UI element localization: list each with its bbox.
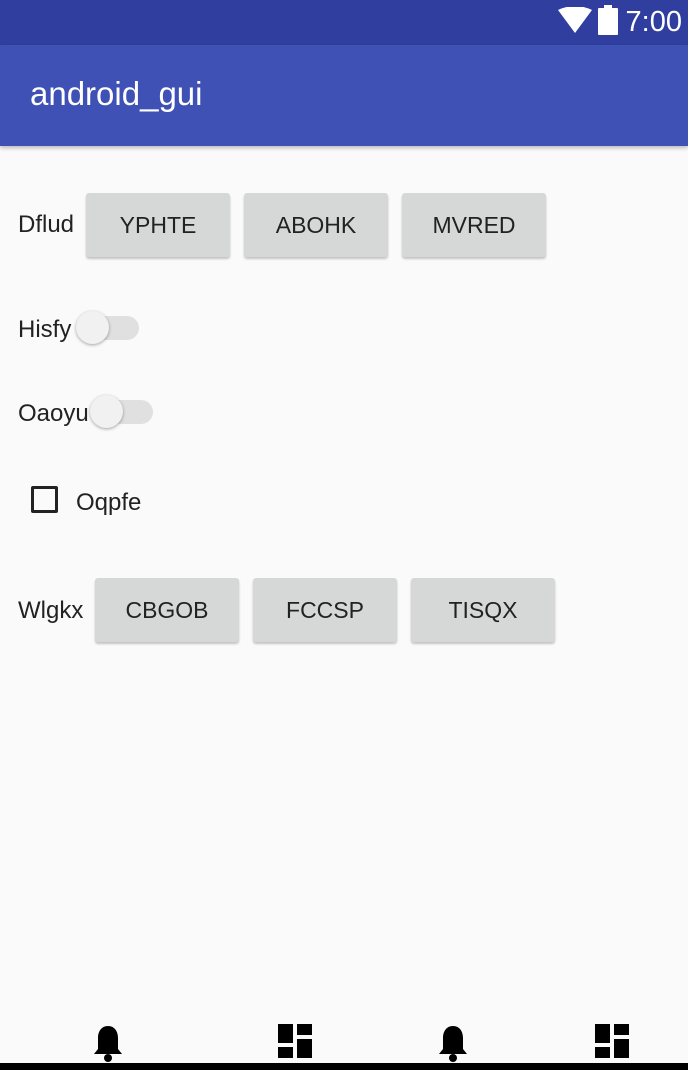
status-bar: 7:00 bbox=[0, 0, 688, 45]
status-icons: 7:00 bbox=[557, 5, 682, 40]
oaoyu-switch-thumb[interactable] bbox=[90, 395, 123, 428]
dashboard-icon[interactable] bbox=[595, 1024, 629, 1063]
oqpfe-label[interactable]: Oqpfe bbox=[76, 489, 141, 517]
oqpfe-checkbox[interactable] bbox=[31, 486, 58, 513]
dflud-label: Dflud bbox=[18, 211, 75, 238]
wlgkx-label: Wlgkx bbox=[18, 597, 84, 624]
hisfy-label: Hisfy bbox=[18, 316, 72, 343]
wifi-icon bbox=[557, 6, 592, 38]
cbgob-button[interactable]: CBGOB bbox=[95, 578, 239, 642]
abohk-button[interactable]: ABOHK bbox=[244, 193, 388, 257]
app-title: android_gui bbox=[30, 75, 203, 112]
yphte-button[interactable]: YPHTE bbox=[86, 193, 230, 257]
bell-icon[interactable] bbox=[438, 1024, 468, 1067]
mvred-button[interactable]: MVRED bbox=[402, 193, 546, 257]
battery-icon bbox=[597, 5, 618, 40]
bell-icon[interactable] bbox=[93, 1024, 123, 1067]
dashboard-icon[interactable] bbox=[278, 1024, 312, 1063]
hisfy-switch-thumb[interactable] bbox=[76, 311, 109, 344]
status-time: 7:00 bbox=[625, 6, 682, 38]
bottom-nav-edge bbox=[0, 1063, 688, 1070]
tisqx-button[interactable]: TISQX bbox=[411, 578, 555, 642]
fccsp-button[interactable]: FCCSP bbox=[253, 578, 397, 642]
app-bar: android_gui bbox=[0, 45, 688, 146]
oaoyu-label: Oaoyu bbox=[18, 400, 89, 427]
